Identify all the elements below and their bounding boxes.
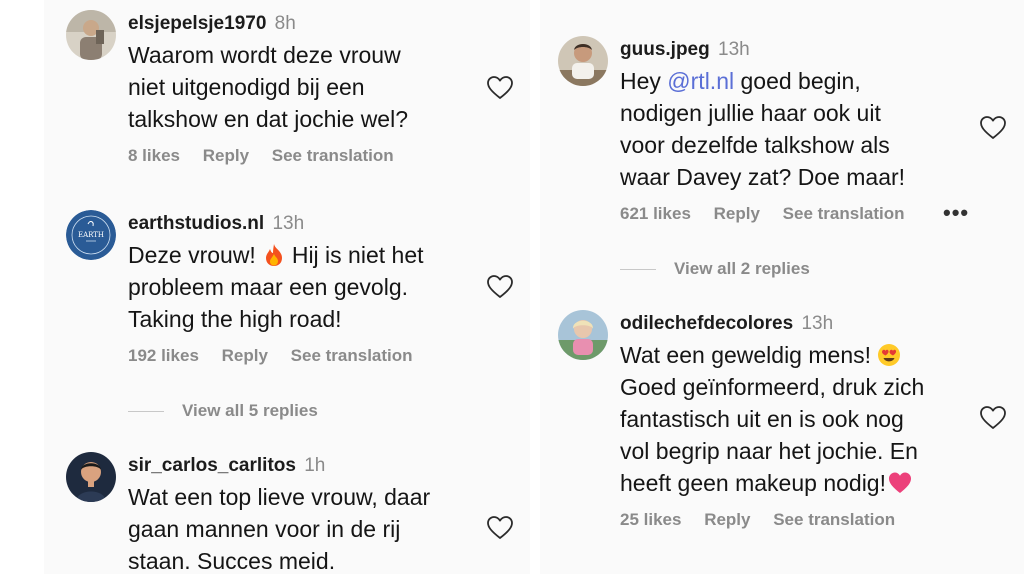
likes-count[interactable]: 192 likes [128, 346, 199, 365]
avatar[interactable] [558, 36, 608, 86]
comment-text: Wat een top lieve vrouw, daar gaan manne… [128, 484, 431, 574]
avatar[interactable] [66, 10, 116, 60]
comment-time: 8h [274, 13, 296, 34]
replies-divider [620, 269, 656, 271]
reply-button[interactable]: Reply [714, 204, 760, 223]
view-replies-button[interactable]: View all 5 replies [128, 401, 318, 421]
reply-button[interactable]: Reply [203, 146, 249, 165]
comment-username[interactable]: sir_carlos_carlitos [128, 455, 296, 476]
see-translation-link[interactable]: See translation [783, 204, 905, 223]
reply-button[interactable]: Reply [222, 346, 268, 365]
avatar-text: EARTH [78, 231, 104, 239]
avatar[interactable] [558, 310, 608, 360]
heart-outline-icon[interactable] [487, 76, 513, 100]
fire-emoji-icon [262, 243, 286, 267]
comment-username[interactable]: odilechefdecolores [620, 313, 793, 334]
comment-actions: 192 likes Reply See translation [128, 345, 431, 367]
avatar[interactable]: EARTH [66, 210, 116, 260]
comment-text: Hey @rtl.nl goed begin, nodigen jullie h… [620, 68, 906, 190]
comment-time: 13h [272, 213, 305, 234]
mention-link[interactable]: @rtl.nl [667, 68, 734, 94]
pink-heart-emoji-icon [888, 471, 912, 495]
likes-count[interactable]: 621 likes [620, 204, 691, 223]
comment-time: 1h [304, 455, 326, 476]
heart-outline-icon[interactable] [487, 516, 513, 540]
comments-panel-right: guus.jpeg 13h Hey @rtl.nl goed begin, no… [540, 0, 1024, 574]
comment-time: 13h [718, 39, 750, 60]
comment-username[interactable]: elsjepelsje1970 [128, 13, 266, 34]
heart-outline-icon[interactable] [487, 275, 513, 299]
comment-text: Waarom wordt deze vrouw niet uitgenodigd… [128, 42, 408, 132]
see-translation-link[interactable]: See translation [291, 346, 413, 365]
view-replies-button[interactable]: View all 2 replies [620, 259, 810, 279]
comment-actions: 8 likes Reply See translation [128, 145, 412, 167]
comment-username[interactable]: earthstudios.nl [128, 213, 264, 234]
heart-eyes-emoji-icon [877, 343, 901, 367]
comment-time: 13h [801, 313, 834, 334]
avatar[interactable] [66, 452, 116, 502]
see-translation-link[interactable]: See translation [773, 510, 895, 529]
comments-panel-left: elsjepelsje1970 8h Waarom wordt deze vro… [44, 0, 530, 574]
heart-outline-icon[interactable] [980, 116, 1006, 140]
comment-text: Wat een geweldig mens! Goed geïnformeerd… [620, 342, 925, 496]
replies-divider [128, 411, 164, 413]
see-translation-link[interactable]: See translation [272, 146, 394, 165]
comment-text: Deze vrouw! Hij is niet het probleem maar… [128, 242, 424, 332]
comment-username[interactable]: guus.jpeg [620, 39, 710, 60]
reply-button[interactable]: Reply [704, 510, 750, 529]
more-options-icon[interactable]: ••• [943, 200, 969, 226]
likes-count[interactable]: 25 likes [620, 510, 681, 529]
likes-count[interactable]: 8 likes [128, 146, 180, 165]
comment-actions: 25 likes Reply See translation [620, 509, 924, 531]
comment-actions: 621 likes Reply See translation [620, 203, 923, 225]
heart-outline-icon[interactable] [980, 406, 1006, 430]
